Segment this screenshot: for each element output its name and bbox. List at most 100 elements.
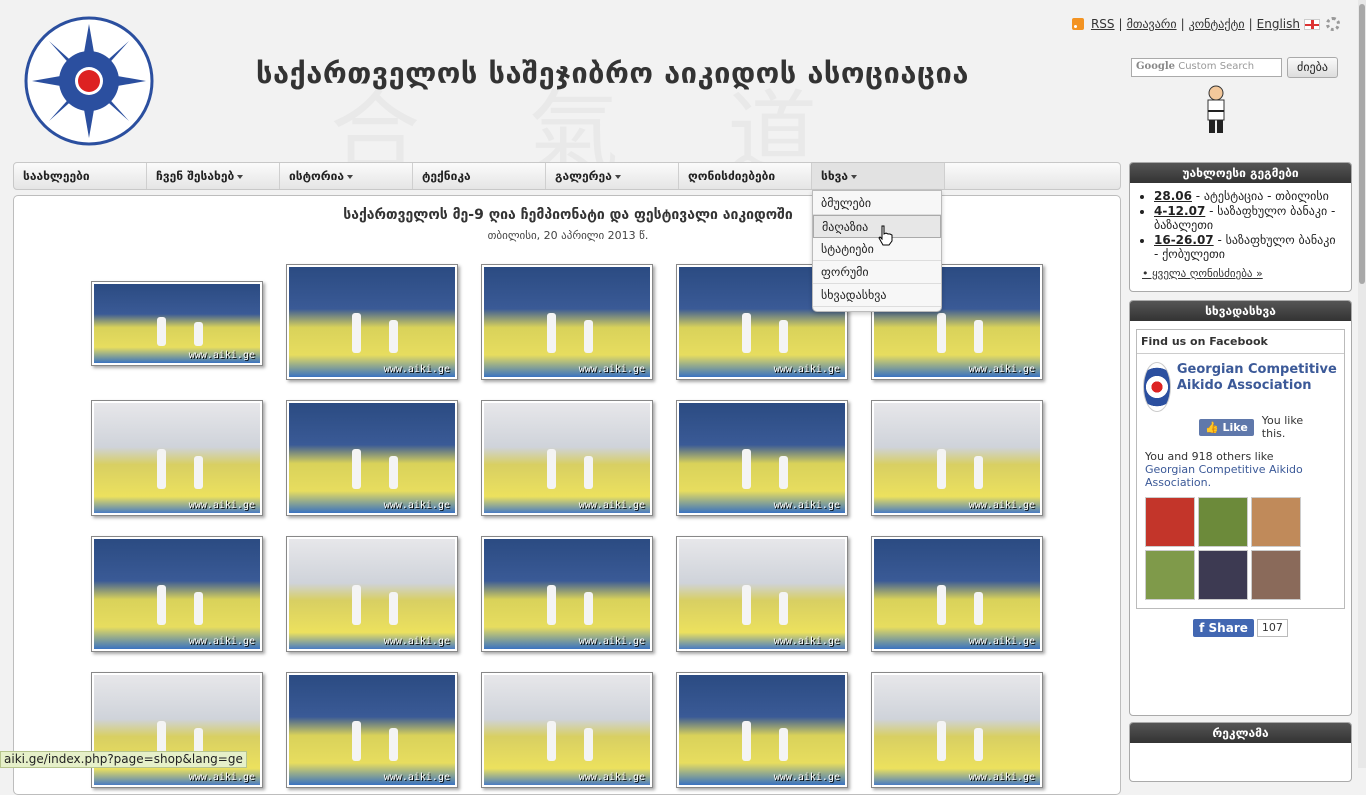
events-heading: უახლოესი გეგმები [1130, 163, 1351, 183]
gallery-photo: www.aiki.ge [94, 284, 260, 363]
nav-about[interactable]: ჩვენ შესახებ [147, 163, 280, 189]
gallery-thumbnail[interactable]: www.aiki.ge [286, 264, 458, 380]
gear-icon[interactable] [1326, 17, 1340, 31]
photo-watermark: www.aiki.ge [578, 636, 645, 647]
facebook-page-name[interactable]: Georgian Competitive Aikido Association [1177, 362, 1338, 412]
menu-item-links[interactable]: ბმულები [813, 192, 941, 215]
gallery-photo: www.aiki.ge [484, 675, 650, 785]
photo-watermark: www.aiki.ge [383, 500, 450, 511]
page-subtitle: თბილისი, 20 აპრილი 2013 წ. [487, 229, 649, 242]
gallery-thumbnail[interactable]: www.aiki.ge [481, 672, 653, 788]
search-input[interactable]: Google Custom Search [1131, 58, 1282, 77]
gallery-thumbnail[interactable]: www.aiki.ge [676, 536, 848, 652]
scrollbar-thumb[interactable] [1359, 4, 1365, 284]
aikido-logo-icon[interactable] [22, 14, 156, 148]
top-links: RSS | მთავარი | კონტაქტი | English [1071, 17, 1340, 31]
nav-gallery[interactable]: გალერეა [546, 163, 679, 189]
ads-heading: რეკლამა [1130, 723, 1351, 743]
gallery-photo: www.aiki.ge [289, 267, 455, 377]
ads-block: რეკლამა [1129, 722, 1352, 782]
event-item[interactable]: 28.06 - ატესტაცია - თბილისი [1154, 189, 1343, 203]
event-item[interactable]: 4-12.07 - საზაფხულო ბანაკი - ბაზალეთი [1154, 204, 1343, 232]
photo-watermark: www.aiki.ge [773, 772, 840, 783]
gallery-photo: www.aiki.ge [484, 267, 650, 377]
fan-avatar[interactable] [1251, 550, 1301, 600]
site-map-link[interactable]: მთავარი [1127, 17, 1177, 31]
gallery-thumbnail[interactable]: www.aiki.ge [871, 672, 1043, 788]
gallery-thumbnail[interactable]: www.aiki.ge [91, 281, 263, 366]
facebook-like-count: You and 918 others like Georgian Competi… [1145, 450, 1303, 489]
gallery-thumbnail[interactable]: www.aiki.ge [91, 536, 263, 652]
menu-item-misc[interactable]: სხვადასხვა [813, 284, 941, 307]
nav-history[interactable]: ისტორია [280, 163, 413, 189]
photo-watermark: www.aiki.ge [383, 636, 450, 647]
aikidoka-mascot-icon [1207, 85, 1225, 133]
misc-block: სხვადასხვა Find us on Facebook Georgian … [1129, 300, 1352, 716]
facebook-fans-grid [1137, 489, 1344, 608]
photo-watermark: www.aiki.ge [578, 772, 645, 783]
gallery-thumbnail[interactable]: www.aiki.ge [871, 536, 1043, 652]
gallery-photo: www.aiki.ge [484, 403, 650, 513]
gallery-thumbnail[interactable]: www.aiki.ge [286, 672, 458, 788]
photo-watermark: www.aiki.ge [578, 500, 645, 511]
fan-avatar[interactable] [1251, 497, 1301, 547]
facebook-widget-title: Find us on Facebook [1137, 330, 1344, 354]
gallery-panel: საქართველოს მე-9 ღია ჩემპიონატი და ფესტი… [13, 195, 1121, 795]
photo-watermark: www.aiki.ge [578, 364, 645, 375]
gallery-photo: www.aiki.ge [874, 403, 1040, 513]
fan-avatar[interactable] [1145, 550, 1195, 600]
photo-watermark: www.aiki.ge [383, 364, 450, 375]
gallery-thumbnail[interactable]: www.aiki.ge [286, 536, 458, 652]
gallery-thumbnail[interactable]: www.aiki.ge [286, 400, 458, 516]
fan-avatar[interactable] [1145, 497, 1195, 547]
gallery-photo: www.aiki.ge [94, 675, 260, 785]
gallery-photo: www.aiki.ge [874, 675, 1040, 785]
gallery-thumbnail[interactable]: www.aiki.ge [481, 400, 653, 516]
photo-watermark: www.aiki.ge [968, 500, 1035, 511]
google-brand: Google [1136, 61, 1176, 72]
gallery-thumbnail[interactable]: www.aiki.ge [481, 536, 653, 652]
gallery-thumbnail[interactable]: www.aiki.ge [676, 400, 848, 516]
other-dropdown-menu: ბმულები მაღაზია სტატიები ფორუმი სხვადასხ… [812, 190, 942, 312]
fan-avatar[interactable] [1198, 550, 1248, 600]
fan-avatar[interactable] [1198, 497, 1248, 547]
gallery-thumbnail[interactable]: www.aiki.ge [871, 400, 1043, 516]
gallery-photo: www.aiki.ge [874, 539, 1040, 649]
english-link[interactable]: English [1257, 17, 1300, 31]
photo-watermark: www.aiki.ge [188, 350, 255, 361]
rss-link[interactable]: RSS [1091, 17, 1115, 31]
caret-down-icon [347, 174, 354, 179]
gallery-thumbnail[interactable]: www.aiki.ge [91, 400, 263, 516]
gallery-photo: www.aiki.ge [484, 539, 650, 649]
gallery-thumbnail[interactable]: www.aiki.ge [91, 672, 263, 788]
gallery-thumbnail[interactable]: www.aiki.ge [676, 672, 848, 788]
nav-technique[interactable]: ტექნიკა [413, 163, 546, 189]
search-button[interactable]: ძიება [1287, 57, 1338, 78]
misc-heading: სხვადასხვა [1130, 301, 1351, 321]
uk-flag-icon[interactable] [1304, 18, 1320, 30]
photo-watermark: www.aiki.ge [383, 772, 450, 783]
contact-link[interactable]: კონტაქტი [1189, 17, 1245, 31]
photo-watermark: www.aiki.ge [968, 636, 1035, 647]
facebook-like-button[interactable]: 👍 Like [1199, 418, 1254, 436]
photo-watermark: www.aiki.ge [773, 500, 840, 511]
hand-cursor-icon [878, 225, 893, 246]
facebook-page-link[interactable]: Georgian Competitive Aikido Association. [1145, 463, 1303, 489]
nav-news[interactable]: საახლეები [14, 163, 147, 189]
facebook-share-button[interactable]: f Share [1193, 619, 1254, 637]
gallery-photo: www.aiki.ge [679, 403, 845, 513]
caret-down-icon [614, 174, 621, 179]
gallery-thumbnail[interactable]: www.aiki.ge [481, 264, 653, 380]
nav-other[interactable]: სხვა [812, 163, 945, 189]
photo-watermark: www.aiki.ge [188, 636, 255, 647]
rss-icon[interactable] [1071, 18, 1084, 30]
caret-down-icon [851, 174, 858, 179]
facebook-page-avatar[interactable] [1143, 362, 1171, 412]
main-nav: საახლეები ჩვენ შესახებ ისტორია ტექნიკა გ… [13, 162, 1121, 190]
event-item[interactable]: 16-26.07 - საზაფხულო ბანაკი - ქობულეთი [1154, 233, 1343, 261]
page-scrollbar[interactable] [1358, 0, 1366, 768]
all-events-link[interactable]: • ყველა ღონისძიება » [1142, 267, 1343, 280]
nav-events[interactable]: ღონისძიებები [679, 163, 812, 189]
photo-watermark: www.aiki.ge [968, 364, 1035, 375]
menu-item-forum[interactable]: ფორუმი [813, 261, 941, 284]
